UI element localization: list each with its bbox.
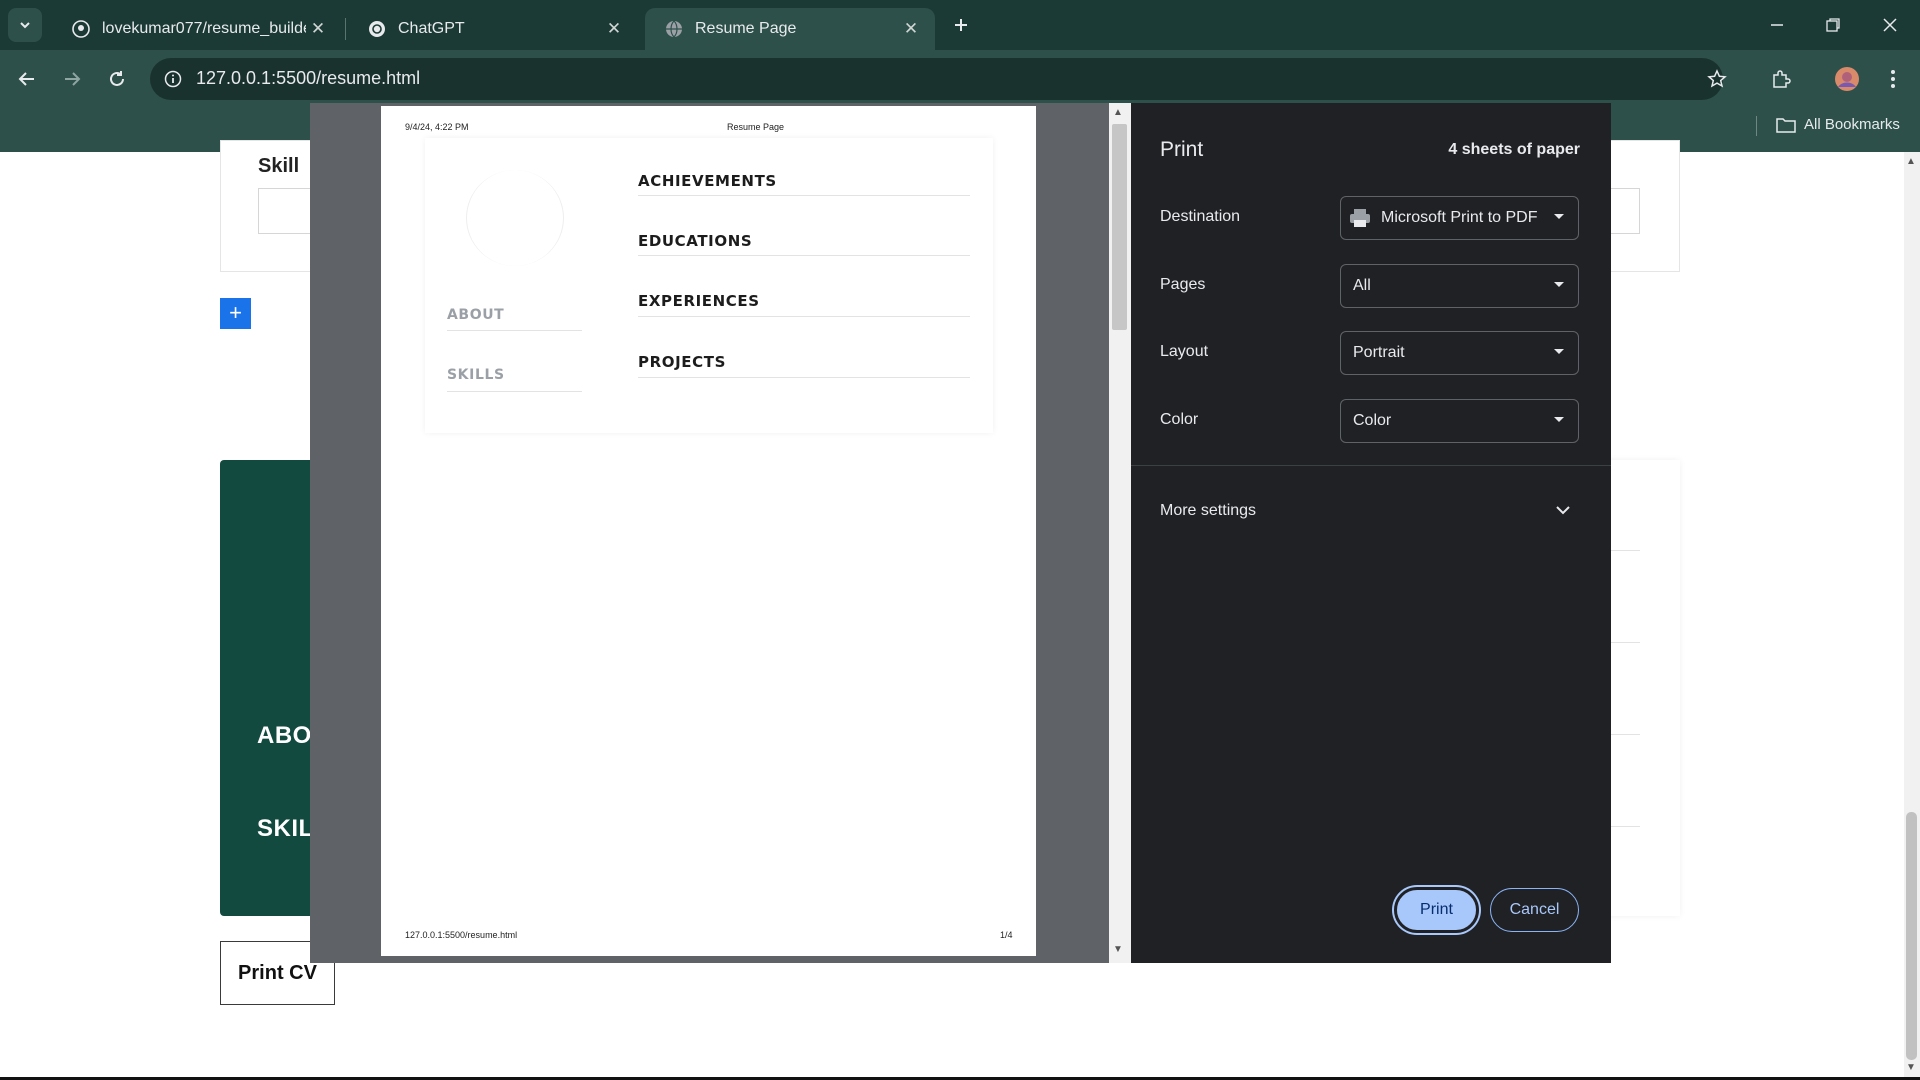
- print-button[interactable]: Print: [1394, 887, 1479, 933]
- printer-icon: [1350, 209, 1370, 227]
- add-skill-button[interactable]: +: [220, 298, 251, 329]
- arrow-right-icon: [65, 72, 81, 86]
- pages-select[interactable]: All: [1340, 264, 1579, 308]
- scroll-up-arrow[interactable]: ▲: [1906, 156, 1916, 167]
- bookmarks-separator: [1756, 116, 1757, 136]
- sidebar-skills: SKIL: [257, 815, 314, 842]
- all-bookmarks-label: All Bookmarks: [1804, 116, 1900, 133]
- new-tab-button[interactable]: [944, 8, 978, 42]
- preview-footer-url: 127.0.0.1:5500/resume.html: [405, 930, 518, 940]
- restore-icon: [1826, 18, 1840, 32]
- tab-title: Resume Page: [695, 20, 797, 37]
- pages-value: All: [1353, 277, 1371, 294]
- dropdown-caret-icon: [1554, 214, 1564, 219]
- menu-icon[interactable]: [1876, 62, 1910, 96]
- close-icon[interactable]: ✕: [899, 17, 923, 41]
- folder-icon: [1776, 117, 1796, 133]
- site-info-icon[interactable]: [156, 62, 190, 96]
- tab-resume-page[interactable]: Resume Page ✕: [645, 8, 935, 50]
- heading-underline: [447, 330, 582, 331]
- url-text[interactable]: 127.0.0.1:5500/resume.html: [196, 68, 420, 89]
- preview-about-heading: ABOUT: [447, 307, 505, 323]
- heading-underline: [638, 255, 970, 256]
- chatgpt-icon: [368, 20, 386, 38]
- more-settings-toggle[interactable]: More settings: [1131, 490, 1611, 534]
- plus-icon: [955, 19, 967, 31]
- color-label: Color: [1160, 411, 1199, 428]
- close-icon: [1883, 18, 1897, 32]
- preview-header-date: 9/4/24, 4:22 PM: [405, 122, 469, 132]
- color-value: Color: [1353, 412, 1392, 429]
- preview-header-title: Resume Page: [727, 122, 785, 132]
- reload-icon: [110, 71, 124, 86]
- chevron-down-icon: [20, 22, 30, 29]
- dropdown-caret-icon: [1554, 417, 1564, 422]
- profile-avatar[interactable]: [1830, 62, 1864, 96]
- dropdown-caret-icon: [1554, 282, 1564, 287]
- profile-photo-placeholder: [466, 170, 564, 266]
- preview-footer-page: 1/4: [1000, 930, 1013, 940]
- heading-underline: [638, 195, 970, 196]
- tab-search-button[interactable]: [8, 8, 42, 42]
- reload-button[interactable]: [100, 62, 134, 96]
- preview-scrollbar-thumb[interactable]: [1112, 124, 1127, 330]
- preview-projects-heading: PROJECTS: [638, 353, 726, 371]
- heading-underline: [638, 316, 970, 317]
- bookmark-star-icon[interactable]: [1700, 62, 1734, 96]
- minimize-button[interactable]: [1760, 8, 1794, 42]
- pages-label: Pages: [1160, 276, 1206, 293]
- close-window-button[interactable]: [1873, 8, 1907, 42]
- forward-button[interactable]: [55, 62, 89, 96]
- destination-value: Microsoft Print to PDF: [1381, 209, 1538, 226]
- arrow-left-icon: [18, 72, 34, 86]
- settings-divider: [1131, 465, 1611, 466]
- page-scrollbar-thumb[interactable]: [1906, 812, 1917, 1060]
- layout-select[interactable]: Portrait: [1340, 331, 1579, 375]
- cancel-button[interactable]: Cancel: [1490, 888, 1579, 932]
- preview-scroll-down-arrow[interactable]: ▼: [1113, 944, 1123, 955]
- tab-title: lovekumar077/resume_builder: [102, 20, 306, 37]
- dropdown-caret-icon: [1554, 349, 1564, 354]
- chevron-down-icon: [1556, 506, 1570, 515]
- tab-chatgpt[interactable]: ChatGPT ✕: [348, 8, 638, 50]
- more-settings-label: More settings: [1160, 502, 1257, 519]
- restore-button[interactable]: [1816, 8, 1850, 42]
- globe-icon: [665, 20, 683, 38]
- back-button[interactable]: [10, 62, 44, 96]
- github-icon: [72, 20, 90, 38]
- heading-underline: [638, 377, 970, 378]
- preview-skills-heading: SKILLS: [447, 367, 505, 383]
- preview-educations-heading: EDUCATIONS: [638, 232, 753, 250]
- layout-value: Portrait: [1353, 344, 1405, 361]
- extensions-icon[interactable]: [1764, 62, 1798, 96]
- preview-experiences-heading: EXPERIENCES: [638, 292, 760, 310]
- sheet-count: 4 sheets of paper: [1448, 141, 1580, 158]
- tab-title: ChatGPT: [398, 20, 465, 37]
- sidebar-about: ABO: [257, 722, 312, 749]
- preview-scroll-up-arrow[interactable]: ▲: [1113, 107, 1123, 118]
- destination-select[interactable]: Microsoft Print to PDF: [1340, 196, 1579, 240]
- skill-label: Skill: [258, 155, 300, 177]
- destination-label: Destination: [1160, 208, 1241, 225]
- color-select[interactable]: Color: [1340, 399, 1579, 443]
- tab-resume-builder[interactable]: lovekumar077/resume_builder ✕: [52, 8, 342, 50]
- minimize-icon: [1771, 24, 1783, 26]
- tab-strip: lovekumar077/resume_builder ✕ ChatGPT ✕ …: [0, 0, 1920, 50]
- layout-label: Layout: [1160, 343, 1209, 360]
- tab-separator: [345, 18, 346, 40]
- scroll-down-arrow[interactable]: ▼: [1906, 1062, 1916, 1073]
- preview-achievements-heading: ACHIEVEMENTS: [638, 172, 777, 190]
- close-icon[interactable]: ✕: [602, 17, 626, 41]
- all-bookmarks-button[interactable]: All Bookmarks: [1776, 116, 1900, 133]
- print-dialog-title: Print: [1160, 138, 1204, 161]
- close-icon[interactable]: ✕: [306, 17, 330, 41]
- heading-underline: [447, 391, 582, 392]
